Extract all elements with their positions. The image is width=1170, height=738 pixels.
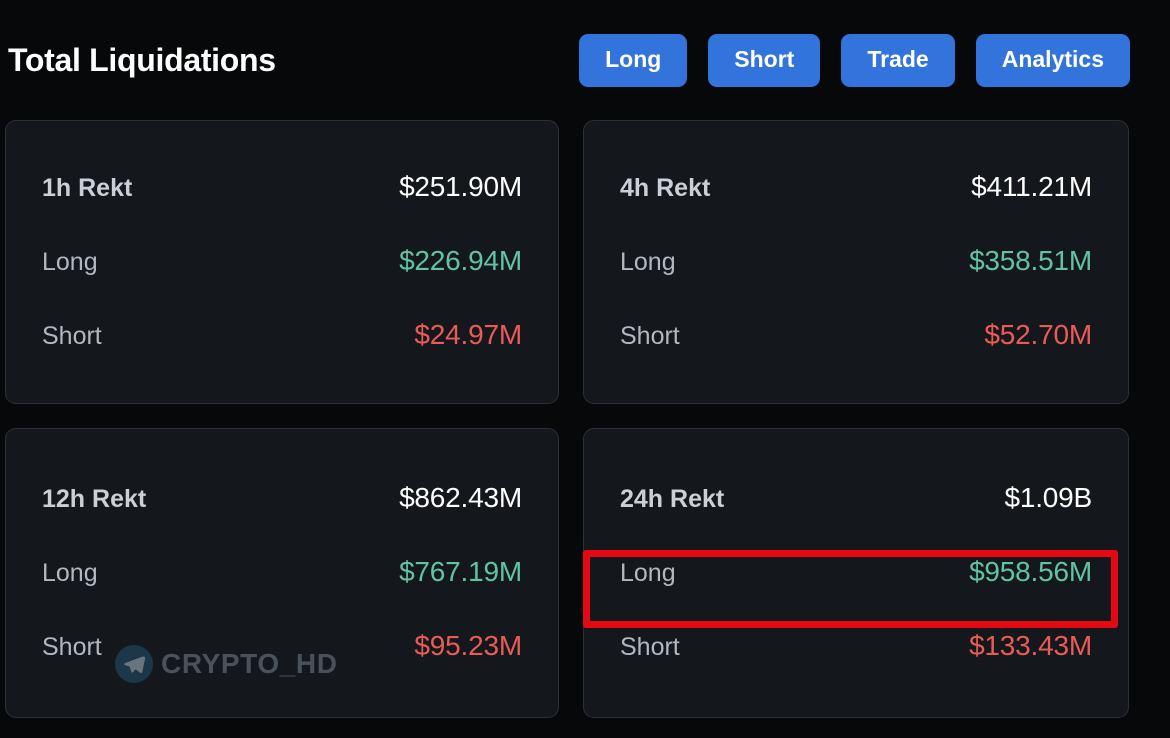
card-short-label: Short bbox=[620, 322, 680, 350]
nav-button-trade[interactable]: Trade bbox=[841, 33, 955, 87]
card-long-row: Long $226.94M bbox=[42, 245, 522, 283]
nav-button-long[interactable]: Long bbox=[579, 33, 688, 87]
page-title: Total Liquidations bbox=[8, 41, 276, 78]
nav-button-group: Long Short Trade Analytics bbox=[579, 33, 1132, 87]
card-long-row: Long $767.19M bbox=[42, 556, 522, 594]
liquidation-card-24h[interactable]: 24h Rekt $1.09B Long $958.56M Short $133… bbox=[583, 428, 1129, 718]
card-short-value: $24.97M bbox=[414, 319, 522, 350]
card-total-label: 24h Rekt bbox=[620, 485, 725, 513]
card-total-row: 4h Rekt $411.21M bbox=[620, 171, 1092, 209]
liquidation-card-4h[interactable]: 4h Rekt $411.21M Long $358.51M Short $52… bbox=[583, 120, 1129, 404]
card-long-label: Long bbox=[42, 559, 98, 587]
card-short-row: Short $24.97M bbox=[42, 319, 522, 357]
card-short-row: Short $52.70M bbox=[620, 319, 1092, 357]
card-total-row: 1h Rekt $251.90M bbox=[42, 171, 522, 209]
card-long-label: Long bbox=[42, 248, 98, 276]
card-total-row: 24h Rekt $1.09B bbox=[620, 482, 1092, 520]
card-short-value: $52.70M bbox=[984, 319, 1092, 350]
card-long-value: $767.19M bbox=[399, 556, 522, 587]
card-total-value: $411.21M bbox=[971, 171, 1092, 202]
watermark-text: CRYPTO_HD bbox=[161, 648, 338, 679]
card-long-label: Long bbox=[620, 248, 676, 276]
card-short-label: Short bbox=[620, 633, 680, 661]
card-long-value: $226.94M bbox=[399, 245, 522, 276]
liquidation-card-1h[interactable]: 1h Rekt $251.90M Long $226.94M Short $24… bbox=[5, 120, 559, 404]
card-long-value: $358.51M bbox=[969, 245, 1092, 276]
card-total-label: 4h Rekt bbox=[620, 174, 711, 202]
card-long-row-highlighted: Long $958.56M bbox=[620, 556, 1092, 594]
card-total-row: 12h Rekt $862.43M bbox=[42, 482, 522, 520]
nav-button-short[interactable]: Short bbox=[708, 33, 821, 87]
card-long-label: Long bbox=[620, 559, 676, 587]
card-short-value: $95.23M bbox=[414, 630, 522, 661]
card-total-value: $251.90M bbox=[399, 171, 522, 202]
card-long-value: $958.56M bbox=[969, 556, 1092, 587]
watermark: CRYPTO_HD bbox=[115, 645, 338, 683]
nav-button-analytics[interactable]: Analytics bbox=[975, 33, 1130, 87]
card-total-label: 12h Rekt bbox=[42, 485, 147, 513]
telegram-icon bbox=[115, 645, 153, 683]
liquidation-cards-grid: 1h Rekt $251.90M Long $226.94M Short $24… bbox=[0, 120, 1170, 718]
card-total-value: $862.43M bbox=[399, 482, 522, 513]
card-long-row: Long $358.51M bbox=[620, 245, 1092, 283]
card-total-value: $1.09B bbox=[1004, 482, 1092, 513]
card-total-label: 1h Rekt bbox=[42, 174, 133, 202]
card-short-label: Short bbox=[42, 633, 102, 661]
card-short-value: $133.43M bbox=[969, 630, 1092, 661]
card-short-label: Short bbox=[42, 322, 102, 350]
card-short-row: Short $133.43M bbox=[620, 630, 1092, 668]
page-header: Total Liquidations Long Short Trade Anal… bbox=[0, 0, 1170, 120]
